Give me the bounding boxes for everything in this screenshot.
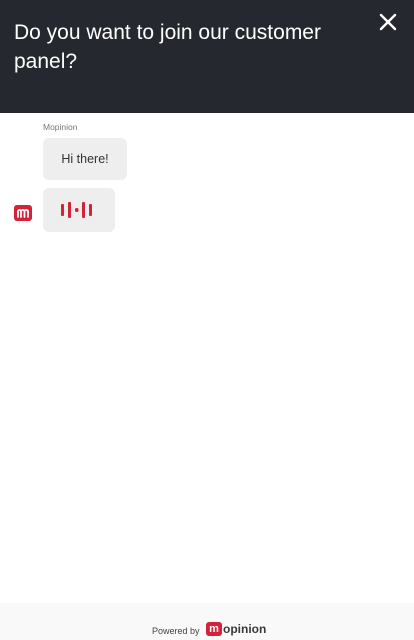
powered-by-label: Powered by	[152, 626, 200, 636]
chat-message-text: Hi there!	[61, 152, 109, 166]
brand-logo-mark: m	[206, 622, 222, 636]
chat-area: Mopinion Hi there!	[0, 113, 414, 603]
mopinion-logo-icon	[14, 205, 32, 221]
brand-logo-wordmark: opinion	[223, 622, 267, 636]
footer: Powered by m opinion	[0, 603, 414, 640]
close-button[interactable]	[376, 10, 400, 34]
typing-indicator-bubble	[43, 188, 115, 232]
chat-message-bubble: Hi there!	[43, 138, 127, 180]
close-icon	[379, 13, 397, 31]
typing-dots-icon	[61, 202, 92, 218]
survey-title: Do you want to join our customer panel?	[14, 21, 321, 73]
survey-header: Do you want to join our customer panel?	[0, 0, 414, 113]
sender-name: Mopinion	[43, 122, 78, 132]
brand-logo[interactable]: m opinion	[206, 621, 266, 637]
